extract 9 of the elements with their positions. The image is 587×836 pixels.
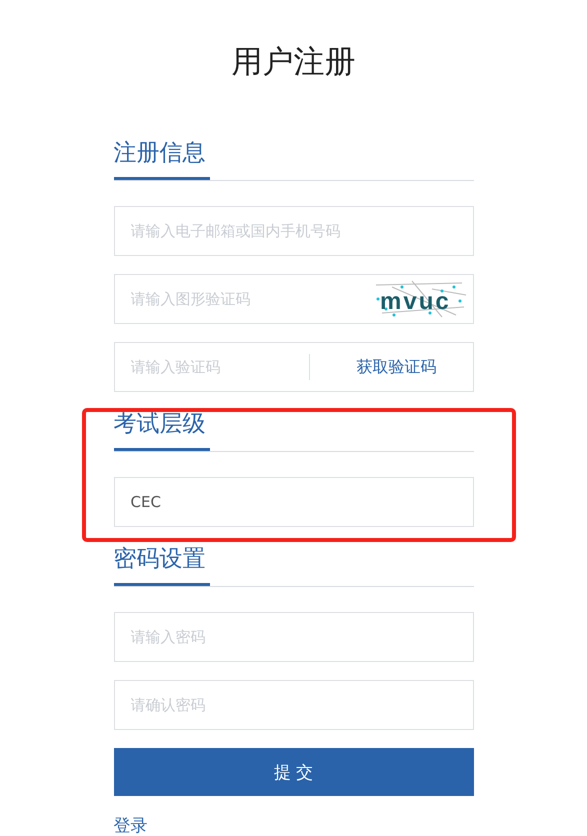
page-title: 用户注册 xyxy=(230,43,356,82)
section-heading: 注册信息 xyxy=(114,137,210,180)
submit-button[interactable]: 提 交 xyxy=(114,748,474,796)
section-heading: 考试层级 xyxy=(114,408,210,451)
get-code-button[interactable]: 获取验证码 xyxy=(320,354,472,380)
login-link[interactable]: 登录 xyxy=(114,814,148,836)
section-heading: 密码设置 xyxy=(114,543,210,586)
input-field[interactable]: CEC xyxy=(114,477,474,527)
captcha-image[interactable]: mvuc xyxy=(372,279,468,319)
